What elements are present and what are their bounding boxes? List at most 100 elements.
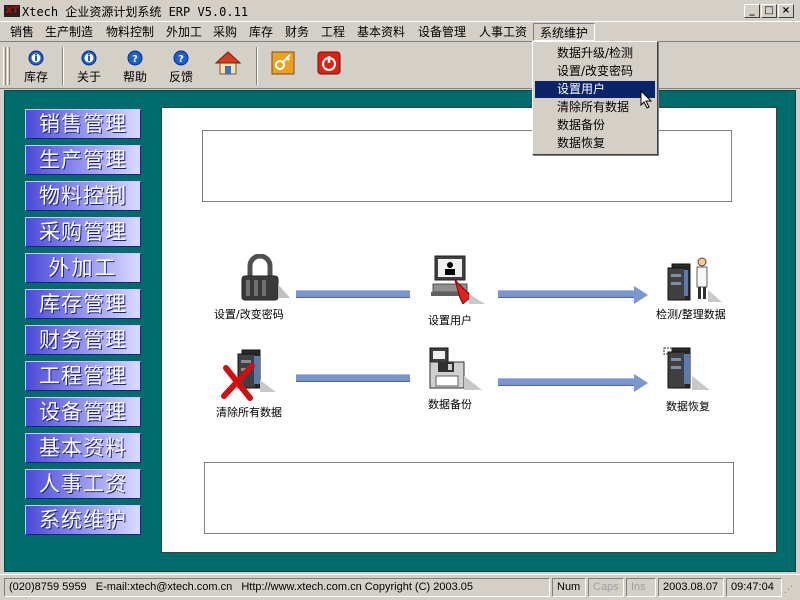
toolbar-grip[interactable] — [7, 47, 10, 85]
dropdown-item-clear-data[interactable]: 清除所有数据 — [535, 99, 655, 116]
backup-action[interactable]: 数据备份 — [426, 346, 496, 411]
arrow-right-icon — [634, 286, 648, 304]
feedback-button-label: 反馈 — [168, 70, 193, 84]
menu-basic-data[interactable]: 基本资料 — [351, 23, 411, 41]
key-icon — [271, 51, 295, 75]
clear-data-label: 清除所有数据 — [216, 406, 282, 419]
menu-finance[interactable]: 财务 — [279, 23, 315, 41]
menu-inventory[interactable]: 库存 — [243, 23, 279, 41]
nav-purchasing-management[interactable]: 采购管理 — [25, 217, 141, 247]
help-icon: ? — [173, 50, 189, 66]
nav-production-management[interactable]: 生产管理 — [25, 145, 141, 175]
home-button[interactable] — [207, 46, 249, 86]
minimize-button[interactable]: _ — [744, 4, 760, 18]
function-panel: 设置/改变密码 设置用户 检测/整理数据 清除所有数据 数据备份 数据恢复 — [161, 107, 777, 553]
nav-outsourcing[interactable]: 外加工 — [25, 253, 141, 283]
menu-sales[interactable]: 销售 — [4, 23, 40, 41]
feedback-button[interactable]: ? 反馈 — [160, 46, 202, 86]
clear-data-action[interactable]: 清除所有数据 — [216, 346, 300, 419]
resize-grip-icon[interactable]: ⋰ — [784, 583, 796, 597]
svg-text:?: ? — [132, 54, 138, 65]
status-phone: (020)8759 5959 — [9, 581, 87, 593]
menu-equipment[interactable]: 设备管理 — [412, 23, 472, 41]
app-logo-icon: XT — [4, 5, 20, 17]
dropdown-item-set-user[interactable]: 设置用户 — [535, 81, 655, 98]
set-user-label: 设置用户 — [428, 314, 472, 327]
check-data-action[interactable]: 检测/整理数据 — [652, 254, 738, 321]
check-data-label: 检测/整理数据 — [656, 308, 726, 321]
nav-material-control[interactable]: 物料控制 — [25, 181, 141, 211]
nav-sales-management[interactable]: 销售管理 — [25, 109, 141, 139]
bottom-info-box — [204, 462, 734, 534]
close-button[interactable]: × — [778, 4, 794, 18]
menu-bar: 销售 生产制造 物料控制 外加工 采购 库存 财务 工程 基本资料 设备管理 人… — [0, 22, 800, 42]
nav-inventory-management[interactable]: 库存管理 — [25, 289, 141, 319]
lock-icon — [241, 254, 290, 301]
menu-engineering[interactable]: 工程 — [315, 23, 351, 41]
menu-material[interactable]: 物料控制 — [100, 23, 160, 41]
restore-server-icon — [663, 347, 710, 390]
toolbar-grip[interactable] — [3, 47, 6, 85]
flow-line — [296, 290, 410, 298]
change-password-label: 设置/改变密码 — [214, 308, 284, 321]
change-password-action[interactable]: 设置/改变密码 — [214, 254, 302, 321]
restore-action[interactable]: 数据恢复 — [656, 346, 726, 413]
status-date: 2003.08.07 — [658, 578, 724, 597]
menu-system-maintenance[interactable]: 系统维护 — [533, 23, 596, 41]
status-num: Num — [552, 578, 586, 597]
toolbar-separator — [256, 47, 258, 85]
title-bar: XT Xtech 企业资源计划系统 ERP V5.0.11 _ □ × — [0, 0, 800, 22]
dropdown-item-backup[interactable]: 数据备份 — [535, 117, 655, 134]
svg-text:?: ? — [178, 54, 184, 65]
nav-engineering-management[interactable]: 工程管理 — [25, 361, 141, 391]
computer-user-icon — [431, 255, 485, 304]
arrow-right-icon — [634, 374, 648, 392]
backup-floppy-icon — [429, 347, 482, 390]
power-icon — [317, 51, 341, 75]
status-bar: (020)8759 5959 E-mail:xtech@xtech.com.cn… — [0, 574, 800, 600]
flow-arrow-line — [498, 290, 636, 298]
maximize-button[interactable]: □ — [761, 4, 777, 18]
inventory-button[interactable]: 库存 — [15, 46, 57, 86]
menu-production[interactable]: 生产制造 — [39, 23, 99, 41]
mouse-cursor-icon — [640, 90, 653, 109]
nav-system-maintenance[interactable]: 系统维护 — [25, 505, 141, 535]
help-button-label: 帮助 — [122, 70, 147, 84]
help-icon: ? — [127, 50, 143, 66]
toolbar: 库存 关于 ? 帮助 ? 反馈 — [0, 43, 800, 89]
help-button[interactable]: ? 帮助 — [114, 46, 156, 86]
status-contact-info: (020)8759 5959 E-mail:xtech@xtech.com.cn… — [4, 578, 550, 597]
status-ins: Ins — [626, 578, 656, 597]
menu-outsourcing[interactable]: 外加工 — [160, 23, 208, 41]
dropdown-item-restore[interactable]: 数据恢复 — [535, 135, 655, 152]
set-user-action[interactable]: 设置用户 — [422, 254, 492, 328]
exit-button[interactable] — [308, 46, 350, 86]
nav-hr-payroll[interactable]: 人事工资 — [25, 469, 141, 499]
dropdown-item-change-password[interactable]: 设置/改变密码 — [535, 63, 655, 80]
about-button-label: 关于 — [76, 70, 101, 84]
status-caps: Caps — [588, 578, 624, 597]
status-time: 09:47:04 — [726, 578, 782, 597]
nav-equipment-management[interactable]: 设备管理 — [25, 397, 141, 427]
backup-label: 数据备份 — [428, 398, 472, 411]
dropdown-item-upgrade-check[interactable]: 数据升级/检测 — [535, 45, 655, 62]
status-website: Http://www.xtech.com.cn Copyright (C) 20… — [241, 581, 474, 593]
restore-label: 数据恢复 — [666, 400, 710, 413]
flow-arrow-line — [498, 378, 636, 386]
password-button[interactable] — [262, 46, 304, 86]
nav-basic-data[interactable]: 基本资料 — [25, 433, 141, 463]
workspace: 销售管理 生产管理 物料控制 采购管理 外加工 库存管理 财务管理 工程管理 设… — [4, 90, 796, 572]
server-technician-icon — [667, 257, 722, 302]
window-title: Xtech 企业资源计划系统 ERP V5.0.11 — [22, 5, 249, 19]
about-button[interactable]: 关于 — [68, 46, 110, 86]
menu-hr-payroll[interactable]: 人事工资 — [473, 23, 533, 41]
delete-server-icon — [221, 349, 276, 401]
info-icon — [28, 50, 44, 66]
toolbar-separator — [62, 47, 64, 85]
flow-line — [296, 374, 410, 382]
inventory-button-label: 库存 — [23, 70, 48, 84]
home-icon — [214, 51, 242, 75]
nav-finance-management[interactable]: 财务管理 — [25, 325, 141, 355]
menu-purchasing[interactable]: 采购 — [207, 23, 243, 41]
status-email: E-mail:xtech@xtech.com.cn — [95, 581, 233, 593]
